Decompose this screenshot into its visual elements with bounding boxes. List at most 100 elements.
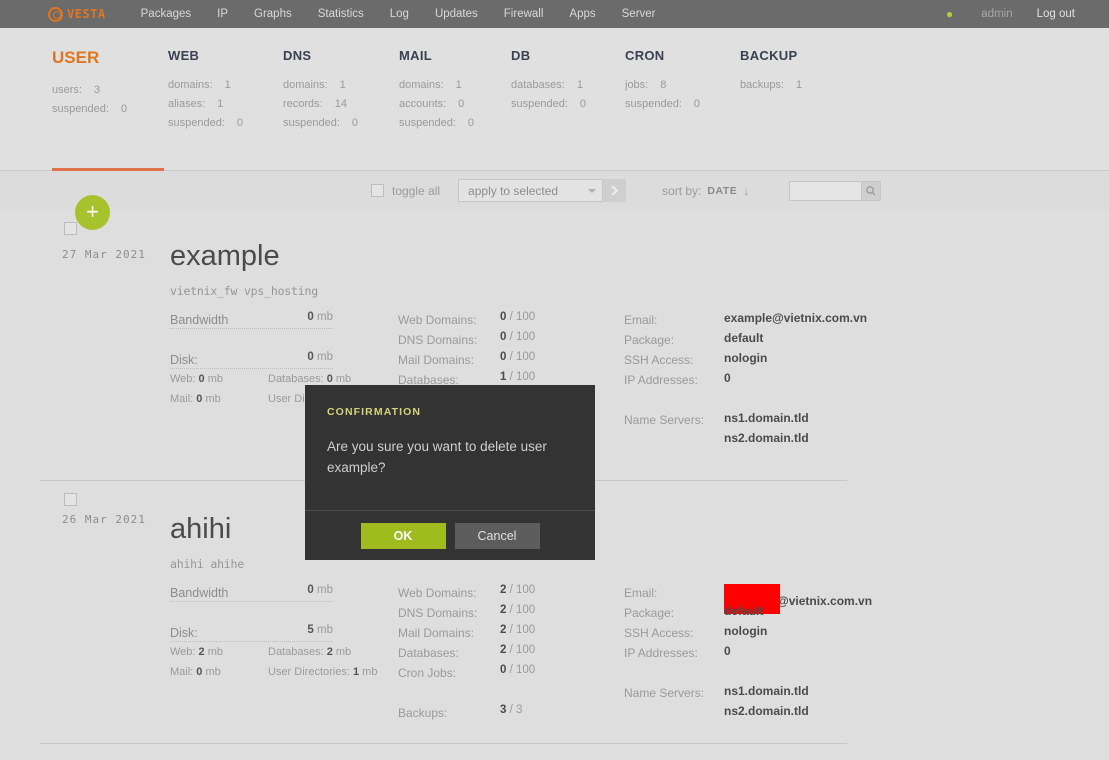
disk-label: Disk: [170,353,198,367]
stat-key: records: [283,98,323,110]
quota-value: 0 / 100 [500,331,536,343]
stat-row: suspended: 0 [168,117,243,129]
account-key: Email: [624,586,658,600]
quota-key: Backups: [398,706,448,720]
stat-title-mail: MAIL [399,48,432,63]
quota-row: Cron Jobs: 0 / 100 [398,664,535,684]
stat-value: 0 [579,98,587,110]
stat-row: domains: 1 [283,79,358,91]
vesta-logo[interactable]: VESTA [48,6,106,22]
search-button[interactable] [861,180,882,201]
vesta-ring-icon [48,6,63,22]
disk-mail-sub: Mail: 0 mb [170,666,221,678]
confirmation-dialog: CONFIRMATION Are you sure you want to de… [305,385,595,560]
logout-link[interactable]: Log out [1027,8,1089,20]
nameservers-label: Name Servers: [624,686,705,700]
nameservers-row-2: ns2.domain.tld [624,704,809,718]
stat-key: jobs: [625,79,649,91]
account-column: Email: example@vietnix.com.vn Package: defa… [624,311,867,445]
user-name[interactable]: example [170,240,280,273]
nav-item-log[interactable]: Log [377,0,422,28]
ok-button[interactable]: OK [360,522,446,549]
quota-key: Mail Domains: [398,353,475,367]
nav-item-ip[interactable]: IP [204,0,241,28]
disk-bar [170,368,333,369]
cancel-button[interactable]: Cancel [454,522,540,549]
add-user-button[interactable] [75,195,110,230]
top-navigation-bar: VESTA Packages IP Graphs Statistics Log … [0,0,1109,28]
stat-title-web: WEB [168,48,200,63]
sort-by-control[interactable]: sort by: DATE ↓ [662,184,749,198]
nameservers-label: Name Servers: [624,413,705,427]
nameservers-row-2: ns2.domain.tld [624,431,809,445]
quota-value: 1 / 100 [500,371,536,383]
stat-group-cron[interactable]: CRON jobs: 8 suspended: 0 [625,48,700,117]
search-group [789,180,882,201]
apply-to-selected-select[interactable]: apply to selected [458,179,604,202]
nav-item-apps[interactable]: Apps [556,0,608,28]
stat-group-web[interactable]: WEB domains: 1 aliases: 1 suspended: 0 [168,48,243,136]
search-input[interactable] [789,180,862,201]
stat-group-db[interactable]: DB databases: 1 suspended: 0 [511,48,586,117]
account-key: Package: [624,606,675,620]
stat-row: aliases: 1 [168,98,243,110]
nav-right-group: ● admin Log out [932,7,1109,21]
toggle-all-label[interactable]: toggle all [392,184,440,198]
account-row: SSH Access: nologin [624,624,767,644]
disk-value: 0 mb [307,351,333,363]
account-row: Package: default [624,331,763,351]
chevron-right-icon [611,185,619,196]
account-row: IP Addresses: 0 [624,644,731,664]
quota-key: Cron Jobs: [398,666,457,680]
bandwidth-meter: Bandwidth 0 mb [170,584,333,602]
bandwidth-label: Bandwidth [170,313,229,327]
account-row: Email: @vietnix.com.vn [624,584,872,614]
stat-value: 1 [224,79,231,91]
stat-title-db: DB [511,48,531,63]
nameserver-2: ns2.domain.tld [724,431,809,445]
row-checkbox[interactable] [64,222,77,235]
stat-key: suspended: [52,103,109,115]
stat-key: databases: [511,79,565,91]
stat-group-user[interactable]: USER users: 3 suspended: 0 [52,48,127,122]
nav-item-updates[interactable]: Updates [422,0,491,28]
stat-value: 1 [339,79,346,91]
stat-row: domains: 1 [168,79,243,91]
nav-item-server[interactable]: Server [609,0,669,28]
account-key: Package: [624,333,675,347]
stat-title-backup: BACKUP [740,48,798,63]
stat-group-mail[interactable]: MAIL domains: 1 accounts: 0 suspended: 0 [399,48,474,136]
stat-key: users: [52,84,82,96]
quota-key: Web Domains: [398,313,477,327]
nav-item-firewall[interactable]: Firewall [491,0,557,28]
user-name[interactable]: ahihi [170,513,231,546]
nav-item-graphs[interactable]: Graphs [241,0,305,28]
user-created-date: 26 Mar 2021 [62,513,146,526]
stat-value: 14 [334,98,347,110]
row-checkbox[interactable] [64,493,77,506]
stat-value: 3 [93,84,101,96]
toggle-all-checkbox[interactable] [371,184,384,197]
nav-item-statistics[interactable]: Statistics [305,0,377,28]
bell-icon[interactable]: ● [932,7,967,21]
nav-admin-user[interactable]: admin [967,8,1026,20]
account-row: Email: example@vietnix.com.vn [624,311,867,331]
account-value: nologin [724,351,768,365]
stat-group-backup[interactable]: BACKUP backups: 1 [740,48,802,98]
quota-column: Web Domains: 2 / 100 DNS Domains: 2 / 100 Ma… [398,584,535,724]
apply-go-button[interactable] [603,179,627,202]
quota-value: 2 / 100 [500,624,536,636]
stat-value: 0 [467,117,475,129]
stat-group-dns[interactable]: DNS domains: 1 records: 14 suspended: 0 [283,48,358,136]
stat-title-dns: DNS [283,48,312,63]
nameserver-1: ns1.domain.tld [724,411,809,425]
quota-row: Backups: 3 / 3 [398,704,522,724]
quota-key: Mail Domains: [398,626,475,640]
nameservers-row: Name Servers: ns1.domain.tld [624,411,809,431]
list-bottom-divider [40,743,847,744]
disk-value: 5 mb [307,624,333,636]
nav-item-packages[interactable]: Packages [128,0,205,28]
quota-row: Databases: 2 / 100 [398,644,535,664]
disk-bar [170,641,333,642]
quota-row: Mail Domains: 2 / 100 [398,624,535,644]
